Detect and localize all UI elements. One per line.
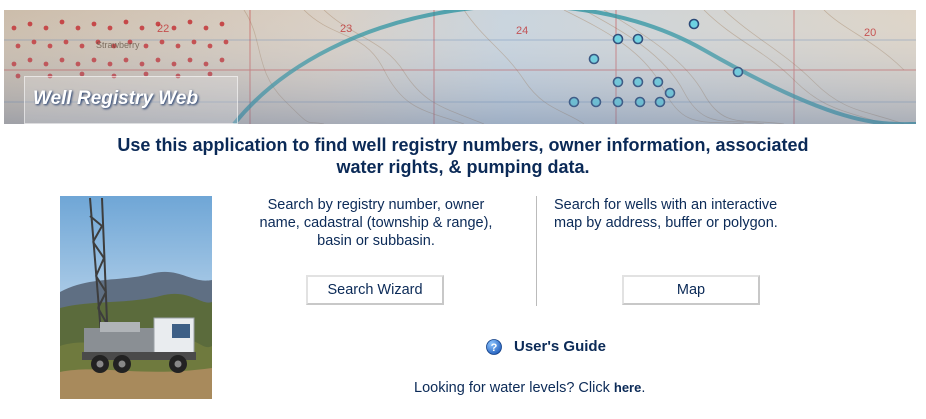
- users-guide-label[interactable]: User's Guide: [514, 338, 606, 355]
- map-desc-line-1: Search for wells with an interactive: [554, 197, 778, 213]
- map-label-24: 24: [516, 25, 528, 37]
- search-desc-line-2: name, cadastral (township & range),: [259, 215, 493, 231]
- help-icon: ?: [486, 338, 502, 355]
- map-button[interactable]: Map: [622, 275, 760, 305]
- search-desc-line-1: Search by registry number, owner: [267, 197, 485, 213]
- map-label-22: 22: [157, 23, 169, 35]
- headline-line-1: Use this application to find well regist…: [117, 135, 809, 155]
- drilling-rig-photo: [60, 196, 212, 399]
- map-desc-line-2: map by address, buffer or polygon.: [554, 215, 778, 231]
- svg-text:?: ?: [491, 342, 498, 354]
- users-guide-link[interactable]: ? User's Guide: [486, 338, 606, 355]
- water-levels-prefix: Looking for water levels? Click: [414, 380, 614, 396]
- water-levels-note: Looking for water levels? Click here.: [414, 380, 645, 396]
- map-description: Search for wells with an interactive map…: [548, 196, 854, 232]
- column-divider: [536, 196, 537, 306]
- search-description: Search by registry number, owner name, c…: [226, 196, 526, 250]
- water-levels-here-link[interactable]: here: [614, 380, 641, 395]
- map-town-label: Strawberry: [96, 40, 140, 50]
- app-title: Well Registry Web: [33, 88, 199, 109]
- banner: 22 23 24 20 Strawberry Well Registry Web: [4, 10, 916, 124]
- headline-line-2: water rights, & pumping data.: [336, 157, 590, 177]
- search-wizard-button[interactable]: Search Wizard: [306, 275, 444, 305]
- search-desc-line-3: basin or subbasin.: [317, 233, 435, 249]
- intro-headline: Use this application to find well regist…: [0, 134, 926, 178]
- map-label-20: 20: [864, 27, 876, 39]
- water-levels-suffix: .: [641, 380, 646, 396]
- title-box: Well Registry Web: [24, 76, 238, 124]
- map-label-23: 23: [340, 23, 352, 35]
